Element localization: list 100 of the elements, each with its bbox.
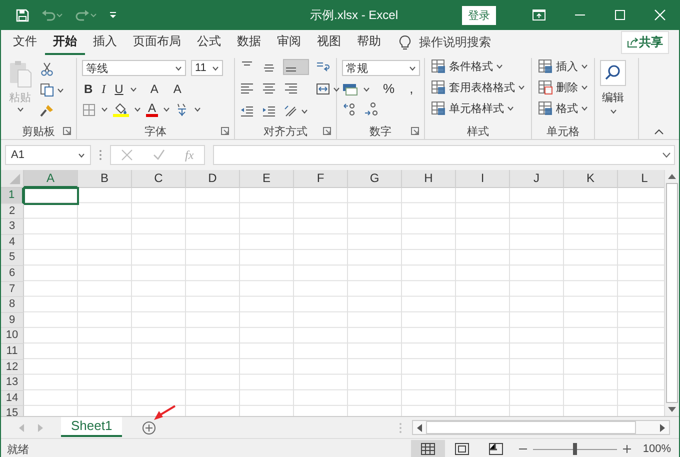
active-cell[interactable] [24, 188, 78, 204]
row-header[interactable]: 9 [1, 312, 24, 328]
ribbon-command[interactable]: 单元格样式 [429, 100, 527, 117]
row-header[interactable]: 11 [1, 344, 24, 360]
percent-button[interactable]: % [381, 82, 397, 96]
customize-icon[interactable] [109, 11, 117, 19]
align-right-icon[interactable] [284, 82, 298, 96]
ribbon-tab[interactable]: 帮助 [349, 30, 389, 55]
caret-icon[interactable] [57, 88, 64, 92]
grow-font-button[interactable]: A [148, 82, 160, 96]
tell-me-search[interactable]: 操作说明搜索 [419, 34, 491, 51]
font-size-field[interactable]: 11 [191, 60, 223, 76]
caret-icon[interactable] [610, 109, 616, 114]
caret-icon[interactable] [212, 66, 219, 70]
ribbon-tab[interactable]: 公式 [189, 30, 229, 55]
row-header[interactable]: 1 [1, 188, 24, 204]
page-break-preview-icon[interactable] [488, 442, 504, 456]
ribbon-tab[interactable]: 视图 [309, 30, 349, 55]
underline-button[interactable]: U [112, 82, 126, 96]
row-header[interactable]: 5 [1, 250, 24, 266]
column-header[interactable]: B [78, 170, 132, 188]
caret-icon[interactable] [194, 107, 202, 112]
ribbon-command[interactable]: 删除 [536, 79, 590, 96]
vertical-scrollbar[interactable] [664, 170, 679, 416]
number-format-field[interactable]: 常规 [342, 60, 420, 76]
ribbon-tab[interactable]: 文件 [5, 30, 45, 55]
column-header[interactable]: I [456, 170, 510, 188]
dialog-launcher-icon[interactable] [221, 127, 229, 135]
orientation-icon[interactable] [284, 104, 298, 118]
font-name-field[interactable]: 等线 [82, 60, 186, 76]
accounting-format-icon[interactable] [342, 82, 358, 96]
copy-icon[interactable] [40, 83, 54, 97]
row-header[interactable]: 4 [1, 234, 24, 250]
row-header[interactable]: 12 [1, 360, 24, 376]
wrap-text-icon[interactable] [316, 60, 330, 74]
ribbon-tab[interactable]: 审阅 [269, 30, 309, 55]
row-header[interactable]: 15 [1, 406, 24, 416]
align-center-icon[interactable] [262, 82, 276, 96]
grip-icon[interactable] [99, 149, 102, 161]
ribbon-command[interactable]: 插入 [536, 58, 590, 75]
decrease-decimal-icon[interactable] [363, 102, 379, 116]
horizontal-scrollbar[interactable] [412, 420, 670, 435]
caret-icon[interactable] [101, 107, 108, 112]
scroll-up-icon[interactable] [668, 174, 676, 179]
normal-view-icon[interactable] [420, 442, 436, 456]
row-header[interactable]: 7 [1, 282, 24, 298]
ribbon-tab[interactable]: 页面布局 [125, 30, 189, 55]
save-icon[interactable] [16, 8, 29, 22]
caret-icon[interactable] [130, 86, 138, 92]
column-header[interactable]: F [294, 170, 348, 188]
scroll-left-icon[interactable] [417, 424, 422, 432]
zoom-slider-thumb[interactable] [572, 442, 577, 454]
caret-icon[interactable] [16, 107, 24, 112]
caret-icon[interactable] [581, 85, 588, 90]
column-header[interactable]: J [510, 170, 564, 188]
italic-button[interactable]: I [100, 82, 108, 96]
format-painter-icon[interactable] [40, 104, 54, 118]
dialog-launcher-icon[interactable] [411, 127, 419, 135]
caret-icon[interactable] [409, 66, 416, 70]
zoom-level[interactable]: 100% [642, 443, 671, 455]
sheet-tab[interactable]: Sheet1 [61, 416, 122, 436]
font-color-button[interactable]: A [146, 102, 158, 117]
merge-center-icon[interactable] [316, 82, 330, 96]
caret-icon[interactable] [581, 64, 588, 69]
share-button[interactable]: 共享 [621, 31, 669, 54]
bold-button[interactable]: B [82, 82, 95, 96]
borders-icon[interactable] [82, 102, 96, 116]
column-header[interactable]: A [24, 170, 78, 188]
lightbulb-icon[interactable] [399, 34, 411, 50]
ribbon-display-icon[interactable] [532, 9, 546, 21]
row-header[interactable]: 10 [1, 328, 24, 344]
maximize-icon[interactable] [614, 9, 626, 21]
scissors-icon[interactable] [40, 62, 54, 76]
row-header[interactable]: 2 [1, 204, 24, 220]
column-header[interactable]: G [348, 170, 402, 188]
column-header[interactable]: D [186, 170, 240, 188]
caret-icon[interactable] [78, 152, 85, 158]
caret-icon[interactable] [496, 64, 503, 69]
formula-input[interactable] [212, 145, 675, 165]
row-header[interactable]: 13 [1, 375, 24, 391]
sign-in-button[interactable]: 登录 [462, 6, 496, 24]
dialog-launcher-icon[interactable] [63, 127, 71, 135]
add-sheet-icon[interactable] [142, 420, 156, 434]
fill-color-icon[interactable] [113, 102, 129, 117]
ribbon-command[interactable]: 条件格式 [429, 58, 527, 75]
shrink-font-button[interactable]: A [171, 82, 184, 96]
decrease-indent-icon[interactable] [240, 104, 254, 118]
expand-icon[interactable] [662, 152, 671, 158]
ribbon-tab[interactable]: 插入 [85, 30, 125, 55]
search-icon[interactable] [600, 60, 626, 86]
dialog-launcher-icon[interactable] [323, 127, 331, 135]
comma-style-button[interactable]: , [408, 82, 416, 96]
caret-icon[interactable] [363, 86, 370, 92]
caret-icon[interactable] [507, 106, 514, 111]
increase-indent-icon[interactable] [262, 104, 276, 118]
caret-icon[interactable] [333, 86, 340, 92]
column-header[interactable]: E [240, 170, 294, 188]
name-box[interactable]: A1 [5, 145, 91, 165]
row-header[interactable]: 3 [1, 219, 24, 235]
column-header[interactable]: H [402, 170, 456, 188]
